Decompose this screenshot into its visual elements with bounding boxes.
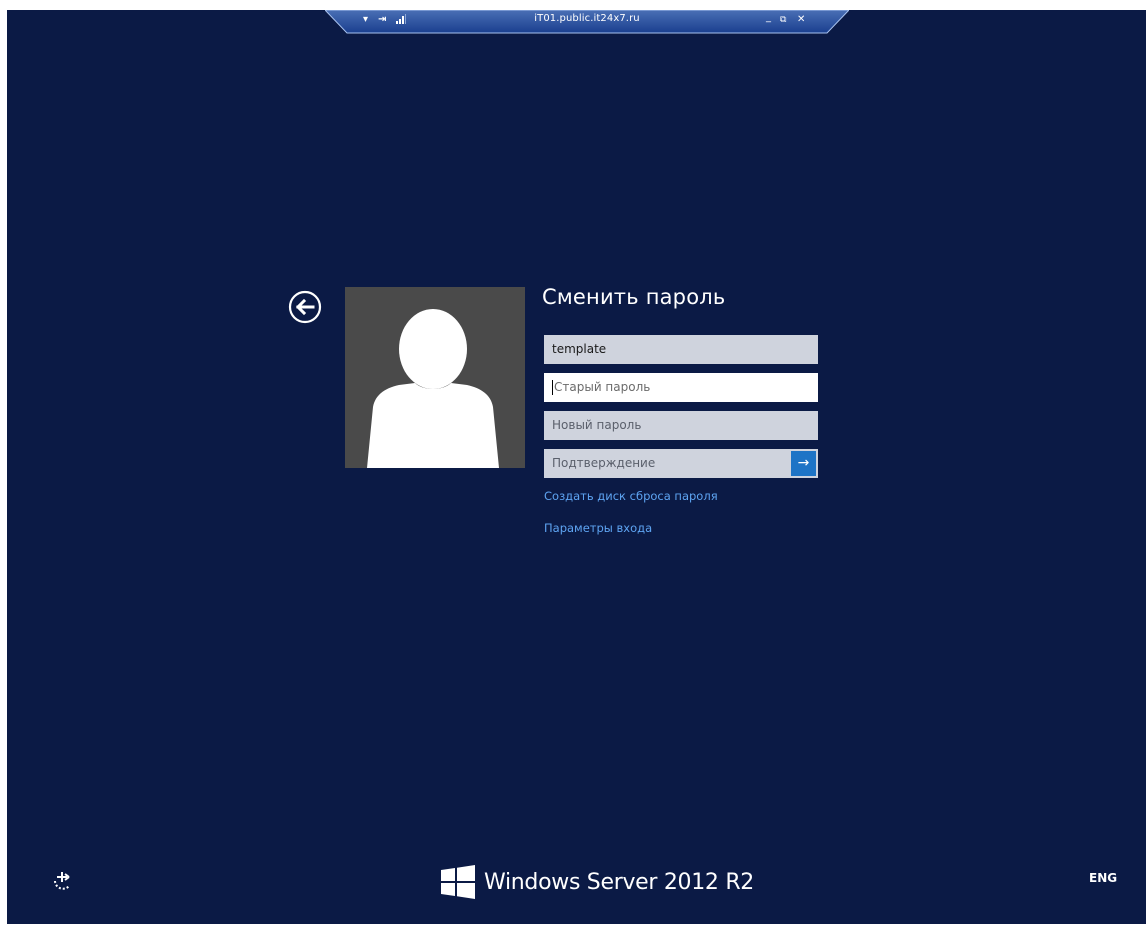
- new-password-placeholder: Новый пароль: [552, 418, 642, 432]
- lock-screen: ▾ ⇥ iT01.public.it24x7.ru _ ⧉ ✕ Сменить …: [7, 10, 1146, 924]
- back-arrow-icon: [288, 290, 322, 324]
- create-reset-disk-link[interactable]: Создать диск сброса пароля: [544, 489, 718, 503]
- rdp-connection-bar: ▾ ⇥ iT01.public.it24x7.ru _ ⧉ ✕: [325, 10, 849, 34]
- text-cursor: [552, 380, 553, 395]
- sign-in-options-link[interactable]: Параметры входа: [544, 521, 652, 535]
- confirm-password-input[interactable]: Подтверждение →: [544, 449, 818, 478]
- arrow-right-icon: →: [797, 455, 810, 471]
- restore-icon[interactable]: ⧉: [780, 14, 786, 26]
- minimize-icon[interactable]: _: [766, 12, 771, 24]
- username-field: template: [544, 335, 818, 364]
- page-title: Сменить пароль: [542, 285, 726, 309]
- user-silhouette-icon: [367, 309, 499, 468]
- old-password-placeholder: Старый пароль: [554, 380, 651, 394]
- username-value: template: [552, 342, 607, 356]
- close-icon[interactable]: ✕: [797, 14, 805, 26]
- windows-logo-icon: [441, 865, 475, 899]
- new-password-input[interactable]: Новый пароль: [544, 411, 818, 440]
- back-button[interactable]: [288, 290, 322, 324]
- windows-server-branding: Windows Server 2012 R2: [441, 864, 754, 900]
- confirm-password-placeholder: Подтверждение: [552, 456, 656, 470]
- submit-button[interactable]: →: [791, 451, 816, 476]
- language-indicator[interactable]: ENG: [1089, 871, 1117, 885]
- ease-of-access-button[interactable]: [51, 868, 75, 892]
- user-avatar: [345, 287, 525, 468]
- old-password-input[interactable]: Старый пароль: [544, 373, 818, 402]
- ease-of-access-icon: [54, 872, 70, 890]
- brand-name: Windows Server 2012 R2: [484, 869, 755, 895]
